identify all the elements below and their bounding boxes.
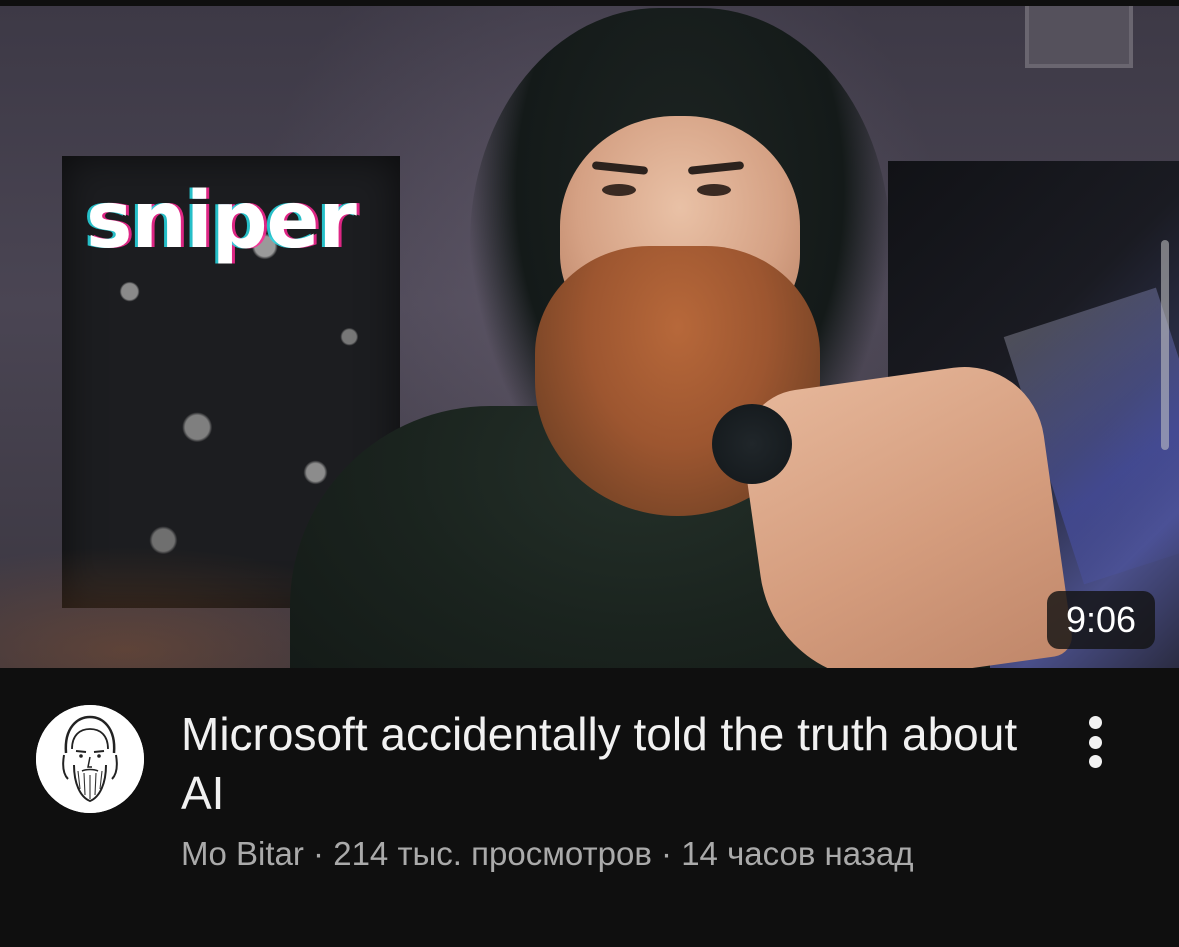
video-metadata: Mo Bitar · 214 тыс. просмотров · 14 часо… [181, 832, 914, 876]
channel-name[interactable]: Mo Bitar [181, 835, 304, 872]
view-count: 214 тыс. просмотров [333, 835, 652, 872]
avatar-sketch-icon [36, 705, 144, 813]
thumbnail-window [1025, 6, 1133, 68]
vertical-ellipsis-icon [1088, 735, 1102, 749]
video-title[interactable]: Microsoft accidentally told the truth ab… [181, 705, 1041, 823]
more-options-button[interactable] [1072, 710, 1118, 774]
upload-age: 14 часов назад [681, 835, 914, 872]
meta-separator: · [313, 835, 325, 872]
thumbnail-microphone [712, 404, 792, 484]
meta-separator: · [661, 835, 673, 872]
vertical-ellipsis-icon [1088, 755, 1102, 768]
thumbnail-person-eye [602, 184, 636, 196]
video-thumbnail[interactable]: sniper 9:06 [0, 6, 1179, 668]
duration-badge: 9:06 [1047, 591, 1155, 649]
vertical-ellipsis-icon [1088, 716, 1102, 729]
thumbnail-person-hand [735, 356, 1075, 668]
scrollbar-thumb[interactable] [1161, 240, 1169, 450]
channel-avatar[interactable] [36, 705, 144, 813]
thumbnail-person-eye [697, 184, 731, 196]
thumbnail-overlay-text: sniper [86, 176, 357, 266]
